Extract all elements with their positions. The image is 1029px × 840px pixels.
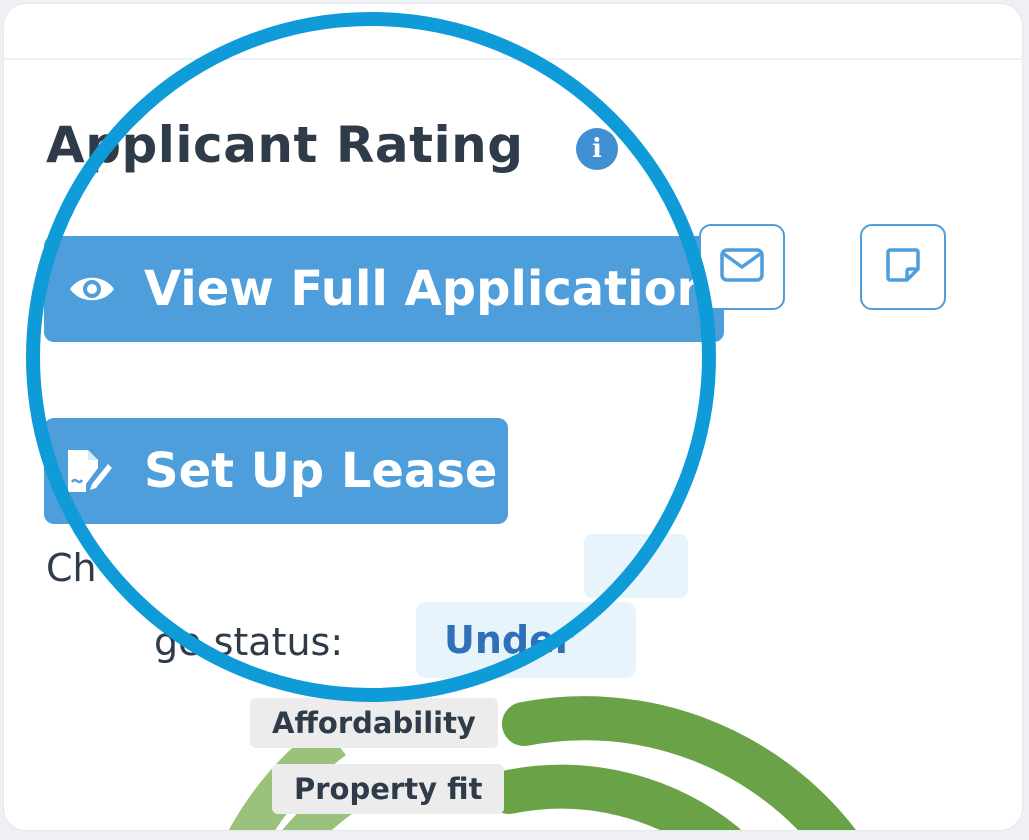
rating-label-property-fit: Property fit: [272, 764, 505, 814]
property-fit-arc: [487, 764, 741, 830]
rating-radial-chart: [228, 696, 856, 830]
rating-label-affordability: Affordability: [250, 698, 498, 748]
applicant-rating-card: Applicant Rating i View Full Application: [4, 4, 1022, 830]
